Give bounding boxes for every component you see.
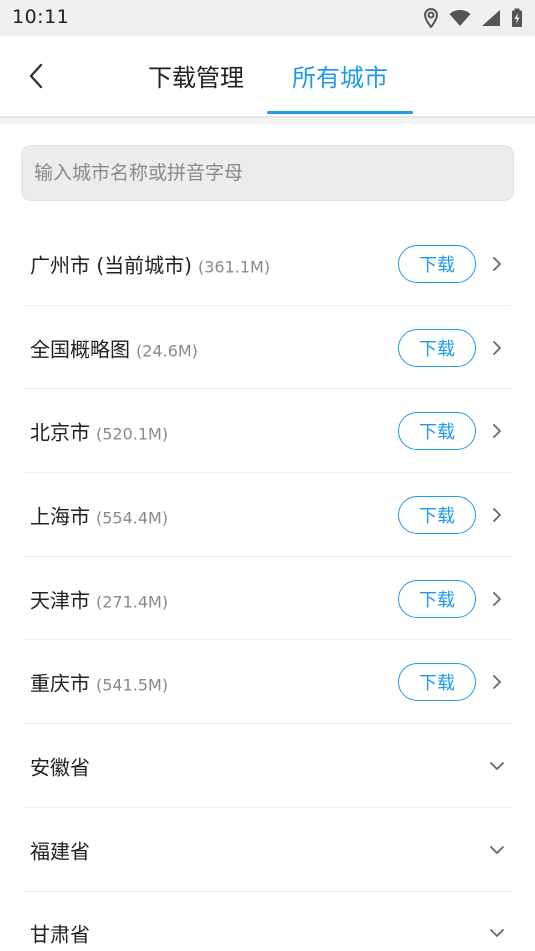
city-name: 广州市 (当前城市) (30, 253, 192, 278)
chevron-right-icon[interactable] (489, 254, 505, 274)
city-size: (541.5M) (96, 675, 169, 695)
city-row-national-overview[interactable]: 全国概略图 (24.6M) 下载 (0, 306, 535, 390)
tab-download-management[interactable]: 下载管理 (144, 58, 248, 94)
province-name: 甘肃省 (30, 922, 90, 947)
status-bar: 10:11 (0, 0, 535, 36)
city-list: 广州市 (当前城市) (361.1M) 下载 全国概略图 (24.6M) 下载 北京… (0, 222, 535, 951)
download-button[interactable]: 下载 (398, 495, 476, 534)
nav-divider-shadow (0, 116, 535, 118)
city-row-guangzhou[interactable]: 广州市 (当前城市) (361.1M) 下载 (0, 222, 535, 306)
download-button[interactable]: 下载 (398, 244, 476, 283)
city-size: (271.4M) (96, 592, 169, 612)
city-name: 全国概略图 (30, 337, 130, 362)
tab-all-cities[interactable]: 所有城市 (288, 58, 392, 94)
city-row-label: 广州市 (当前城市) (361.1M) (30, 249, 270, 278)
chevron-right-icon[interactable] (489, 421, 505, 441)
city-row-label: 全国概略图 (24.6M) (30, 333, 198, 362)
city-name: 北京市 (30, 420, 90, 445)
chevron-down-icon[interactable] (489, 840, 505, 860)
chevron-down-icon[interactable] (489, 923, 505, 943)
chevron-right-icon[interactable] (489, 505, 505, 525)
chevron-right-icon[interactable] (489, 589, 505, 609)
download-button[interactable]: 下载 (398, 328, 476, 367)
city-row-chongqing[interactable]: 重庆市 (541.5M) 下载 (0, 640, 535, 725)
nav-bar: 下载管理 所有城市 (0, 36, 535, 116)
chevron-right-icon[interactable] (489, 672, 505, 692)
search-input[interactable] (22, 146, 513, 200)
province-row-fujian[interactable]: 福建省 (0, 808, 535, 892)
city-row-label: 北京市 (520.1M) (30, 417, 168, 446)
city-size: (361.1M) (197, 257, 271, 277)
chevron-left-icon (29, 63, 43, 89)
city-size: (554.4M) (96, 508, 169, 528)
battery-charging-icon (511, 8, 523, 28)
city-row-shanghai[interactable]: 上海市 (554.4M) 下载 (0, 473, 535, 557)
city-size: (520.1M) (96, 424, 169, 444)
city-name: 重庆市 (30, 671, 90, 696)
city-row-label: 重庆市 (541.5M) (30, 668, 168, 697)
city-row-label: 天津市 (271.4M) (30, 584, 168, 613)
wifi-icon (449, 9, 471, 27)
chevron-down-icon[interactable] (489, 756, 505, 776)
download-button[interactable]: 下载 (398, 579, 476, 618)
status-icons (423, 7, 523, 29)
signal-icon (481, 9, 501, 27)
city-row-tianjin[interactable]: 天津市 (271.4M) 下载 (0, 557, 535, 641)
status-time: 10:11 (12, 6, 70, 28)
active-tab-indicator (267, 111, 413, 114)
city-row-beijing[interactable]: 北京市 (520.1M) 下载 (0, 389, 535, 474)
city-name: 上海市 (30, 504, 90, 529)
back-button[interactable] (18, 56, 54, 96)
city-row-label: 上海市 (554.4M) (30, 500, 168, 529)
province-name: 福建省 (30, 839, 90, 864)
province-row-anhui[interactable]: 安徽省 (0, 724, 535, 808)
province-name: 安徽省 (30, 755, 90, 780)
download-button[interactable]: 下载 (398, 663, 476, 702)
download-button[interactable]: 下载 (398, 412, 476, 451)
city-name: 天津市 (30, 588, 90, 613)
search-box (21, 145, 514, 201)
city-size: (24.6M) (136, 341, 198, 361)
chevron-right-icon[interactable] (489, 338, 505, 358)
location-icon (423, 8, 439, 28)
province-row-gansu[interactable]: 甘肃省 (0, 892, 535, 951)
